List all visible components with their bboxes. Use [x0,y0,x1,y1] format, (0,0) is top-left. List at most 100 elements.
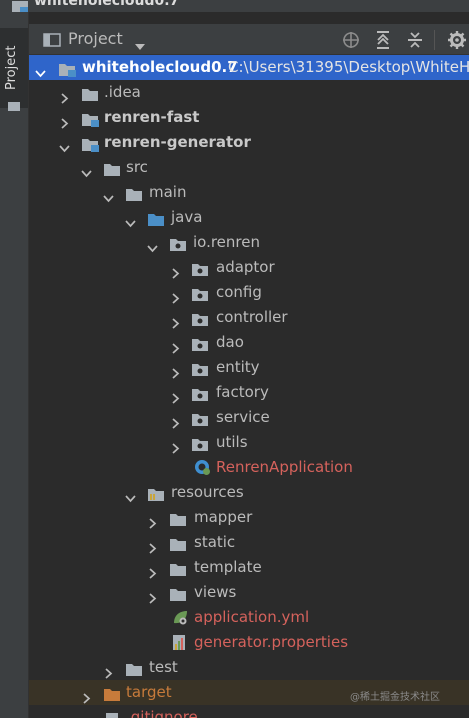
tree-node-label: mapper [194,508,253,526]
chevron-right-icon[interactable] [81,687,92,704]
tree-node-renren-generator[interactable]: renren-generator [29,130,469,155]
chevron-down-icon[interactable] [125,212,136,228]
excluded-folder-icon [104,685,121,701]
tree-node-label: controller [216,308,288,326]
header-divider [434,30,435,50]
tree-node-label: RenrenApplication [216,458,353,476]
package-icon [192,260,209,276]
project-tab-label: Project [4,45,19,90]
tree-node-resource-dir[interactable]: views [29,580,469,605]
chevron-down-icon[interactable] [125,487,136,503]
chevron-down-icon[interactable] [35,62,46,78]
tree-node-package[interactable]: factory [29,380,469,405]
folder-icon [82,85,99,101]
tree-node-label: static [194,533,236,551]
tree-node-idea[interactable]: .idea [29,80,469,105]
chevron-right-icon[interactable] [170,312,181,329]
folder-icon [170,535,187,551]
tree-node-resource-dir[interactable]: template [29,555,469,580]
tree-node-root[interactable]: whiteholecloud0.7 C:\Users\31395\Desktop… [29,55,469,80]
package-icon [192,410,209,426]
tree-node-label: views [194,583,237,601]
package-icon [192,360,209,376]
project-tool-tab[interactable]: Project [0,28,28,111]
project-panel-header: Project [29,24,469,55]
tree-node-label: test [149,658,178,676]
chevron-right-icon[interactable] [59,87,70,104]
package-icon [192,385,209,401]
resources-folder-icon [148,485,165,501]
chevron-right-icon[interactable] [103,662,114,679]
tree-node-label: adaptor [216,258,275,276]
chevron-down-icon[interactable] [147,237,158,253]
collapse-all-icon[interactable] [405,30,425,50]
module-folder-icon [12,0,30,12]
tree-node-label: io.renren [193,233,260,251]
chevron-right-icon[interactable] [170,262,181,279]
chevron-down-icon[interactable] [59,137,70,153]
chevron-right-icon[interactable] [170,362,181,379]
properties-file-icon [172,634,189,650]
chevron-down-icon[interactable] [135,36,145,55]
tree-node-resource-dir[interactable]: static [29,530,469,555]
tree-node-label: generator.properties [194,633,349,651]
gear-icon[interactable] [447,30,467,50]
tree-node-package[interactable]: controller [29,305,469,330]
module-folder-icon [82,135,99,152]
spring-config-file-icon [172,609,189,625]
tree-node-package[interactable]: adaptor [29,255,469,280]
left-tool-strip: Project [0,12,29,718]
locate-file-icon[interactable] [341,30,361,50]
chevron-right-icon[interactable] [147,587,158,604]
chevron-right-icon[interactable] [59,112,70,129]
chevron-right-icon[interactable] [170,387,181,404]
source-folder-icon [148,210,165,226]
tree-node-java[interactable]: java [29,205,469,230]
tree-node-renren-application[interactable]: RenrenApplication [29,455,469,480]
tree-node-package[interactable]: entity [29,355,469,380]
chevron-right-icon[interactable] [147,512,158,529]
chevron-right-icon[interactable] [147,537,158,554]
tree-node-package[interactable]: dao [29,330,469,355]
tree-node-io-renren[interactable]: io.renren [29,230,469,255]
expand-all-icon[interactable] [373,30,393,50]
chevron-right-icon[interactable] [170,437,181,454]
tree-node-renren-fast[interactable]: renren-fast [29,105,469,130]
tree-node-src[interactable]: src [29,155,469,180]
tree-node-application-yml[interactable]: application.yml [29,605,469,630]
tree-node-label: renren-generator [104,133,251,151]
chevron-right-icon[interactable] [170,337,181,354]
chevron-right-icon[interactable] [147,562,158,579]
view-selector-label[interactable]: Project [68,29,123,48]
tree-node-path: C:\Users\31395\Desktop\WhiteHo [228,58,469,76]
tree-node-main[interactable]: main [29,180,469,205]
tree-node-label: whiteholecloud0.7 [82,58,238,76]
tree-node-gitignore[interactable]: .gitignore [29,705,469,718]
package-icon [192,335,209,351]
tree-node-label: entity [216,358,260,376]
chevron-down-icon[interactable] [103,187,114,203]
breadcrumb-project[interactable]: whiteholecloud0.7 [34,0,179,9]
tree-node-label: .gitignore [126,708,198,718]
tree-node-resources[interactable]: resources [29,480,469,505]
folder-icon [126,660,143,676]
tree-node-label: factory [216,383,269,401]
module-folder-icon [59,60,76,77]
watermark: @稀土掘金技术社区 [350,692,440,703]
tree-node-package[interactable]: service [29,405,469,430]
chevron-right-icon[interactable] [170,412,181,429]
package-icon [192,310,209,326]
tree-node-generator-properties[interactable]: generator.properties [29,630,469,655]
tree-node-test[interactable]: test [29,655,469,680]
tree-node-label: template [194,558,262,576]
chevron-down-icon[interactable] [81,162,92,178]
tree-node-resource-dir[interactable]: mapper [29,505,469,530]
chevron-right-icon[interactable] [170,287,181,304]
package-icon [192,435,209,451]
tree-node-label: java [171,208,203,226]
tree-node-label: target [126,683,172,701]
project-tree: whiteholecloud0.7 C:\Users\31395\Desktop… [29,55,469,718]
tree-node-package[interactable]: utils [29,430,469,455]
folder-icon [104,160,121,176]
tree-node-package[interactable]: config [29,280,469,305]
